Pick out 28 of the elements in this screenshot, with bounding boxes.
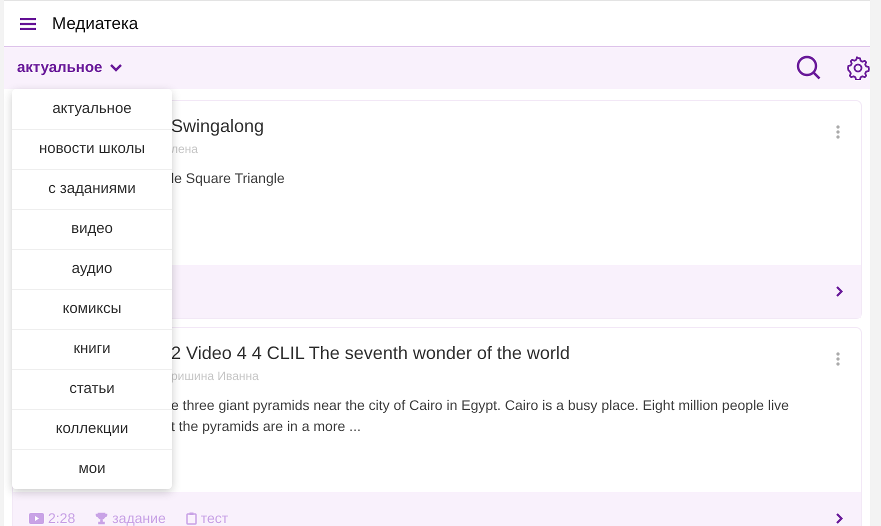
settings-icon[interactable]: [846, 56, 870, 80]
menu-item[interactable]: статьи: [12, 369, 172, 409]
menu-item[interactable]: новости школы: [12, 129, 172, 169]
card-description: e three giant pyramids near the city of Cairo in Egypt. Cairo is a busy place. Eight million people live: [171, 396, 790, 415]
clipboard-icon: [186, 512, 197, 525]
menu-item[interactable]: мои: [12, 449, 172, 489]
filter-dropdown[interactable]: актуальное: [17, 56, 122, 80]
card-title[interactable]: 2 Video 4 4 CLIL The seventh wonder of the world: [171, 341, 821, 365]
chevron-right-icon[interactable]: [836, 286, 843, 297]
meta-label: тест: [200, 509, 228, 526]
meta-label: задание: [112, 509, 166, 526]
menu-item[interactable]: книги: [12, 329, 172, 369]
trophy-icon: [95, 512, 108, 525]
chevron-right-icon[interactable]: [836, 513, 843, 524]
menu-item[interactable]: видео: [12, 209, 172, 249]
menu-icon[interactable]: [20, 18, 36, 30]
search-icon[interactable]: [796, 55, 822, 81]
meta-label: 2:28: [48, 509, 76, 526]
menu-item[interactable]: с заданиями: [12, 169, 172, 209]
card-description: le Square Triangle: [171, 169, 286, 188]
card-title[interactable]: Swingalong: [171, 114, 821, 138]
page-title: Медиатека: [52, 12, 138, 35]
video-icon: [29, 513, 44, 524]
menu-item[interactable]: аудио: [12, 249, 172, 289]
menu-item[interactable]: коллекции: [12, 409, 172, 449]
card-description: t the pyramids are in a more ...: [171, 417, 362, 436]
menu-item[interactable]: комиксы: [12, 289, 172, 329]
menu-item[interactable]: актуальное: [12, 89, 172, 129]
